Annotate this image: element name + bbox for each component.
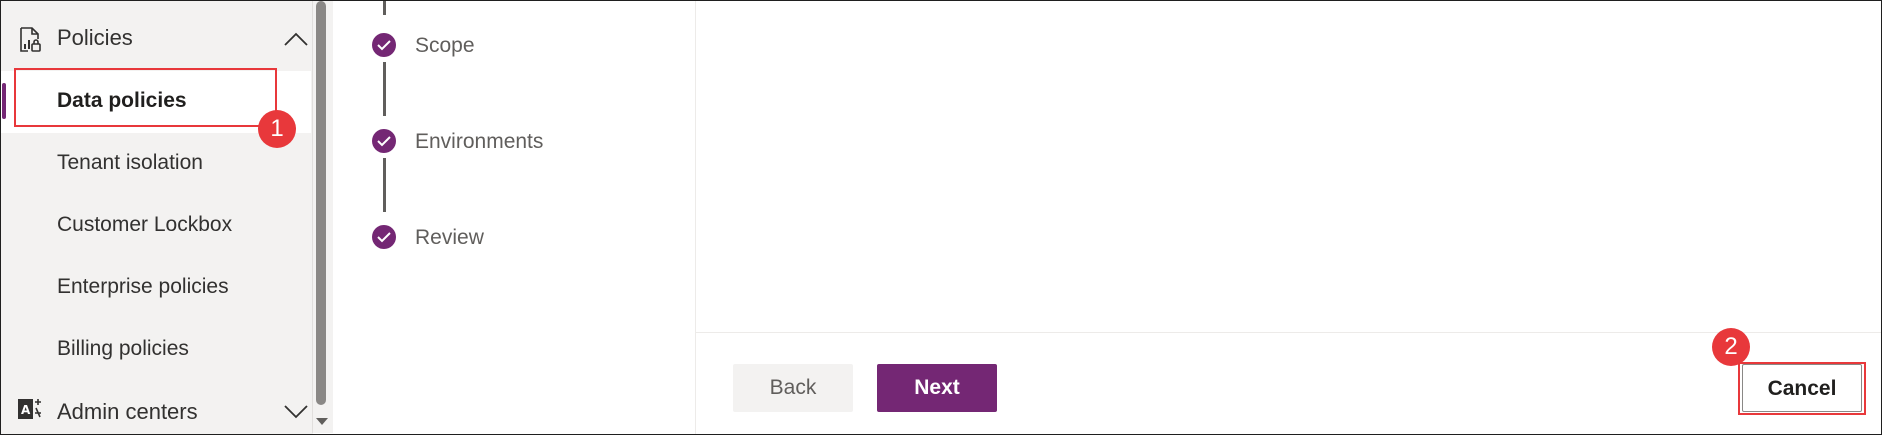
nav-group-label: Admin centers xyxy=(57,399,198,424)
callout-badge-1: 1 xyxy=(258,110,296,148)
step-connector xyxy=(383,62,386,116)
sidebar-item-billing-policies[interactable]: Billing policies xyxy=(1,319,311,381)
step-connector xyxy=(383,1,386,15)
step-label: Review xyxy=(415,226,484,249)
nav-group-label: Policies xyxy=(57,25,133,50)
nav-group-policies[interactable]: Policies xyxy=(1,1,311,69)
active-indicator xyxy=(2,83,6,119)
sidebar-nav: Policies Data policies Tenant isolation … xyxy=(1,1,313,434)
chevron-down-icon[interactable] xyxy=(283,403,309,419)
callout-badge-2: 2 xyxy=(1712,328,1750,366)
admin-centers-icon: A xyxy=(18,399,41,419)
wizard-stepper xyxy=(333,1,696,434)
chevron-up-icon[interactable] xyxy=(283,31,309,47)
sidebar-item-label: Customer Lockbox xyxy=(57,213,233,236)
callout-box-data-policies xyxy=(14,68,277,127)
step-label: Environments xyxy=(415,130,544,153)
step-connector xyxy=(383,158,386,212)
step-review[interactable]: Review xyxy=(372,225,672,253)
callout-box-cancel xyxy=(1738,362,1866,415)
scroll-down-arrow-icon[interactable] xyxy=(313,414,331,428)
sidebar-item-label: Tenant isolation xyxy=(57,151,203,174)
step-scope[interactable]: Scope xyxy=(372,33,672,61)
next-button[interactable]: Next xyxy=(877,364,997,412)
policy-report-icon xyxy=(20,27,41,52)
sidebar-item-enterprise-policies[interactable]: Enterprise policies xyxy=(1,257,311,319)
scrollbar-thumb[interactable] xyxy=(316,1,326,405)
step-complete-icon xyxy=(372,225,396,249)
sidebar-item-label: Billing policies xyxy=(57,337,189,360)
back-button[interactable]: Back xyxy=(733,364,853,412)
step-environments[interactable]: Environments xyxy=(372,129,672,157)
sidebar-item-label: Enterprise policies xyxy=(57,275,229,298)
svg-text:A: A xyxy=(21,403,31,417)
footer-divider xyxy=(696,332,1881,333)
nav-group-admin-centers[interactable]: A Admin centers xyxy=(1,381,311,433)
sidebar-item-customer-lockbox[interactable]: Customer Lockbox xyxy=(1,195,311,257)
step-complete-icon xyxy=(372,129,396,153)
step-complete-icon xyxy=(372,33,396,57)
step-label: Scope xyxy=(415,34,475,57)
